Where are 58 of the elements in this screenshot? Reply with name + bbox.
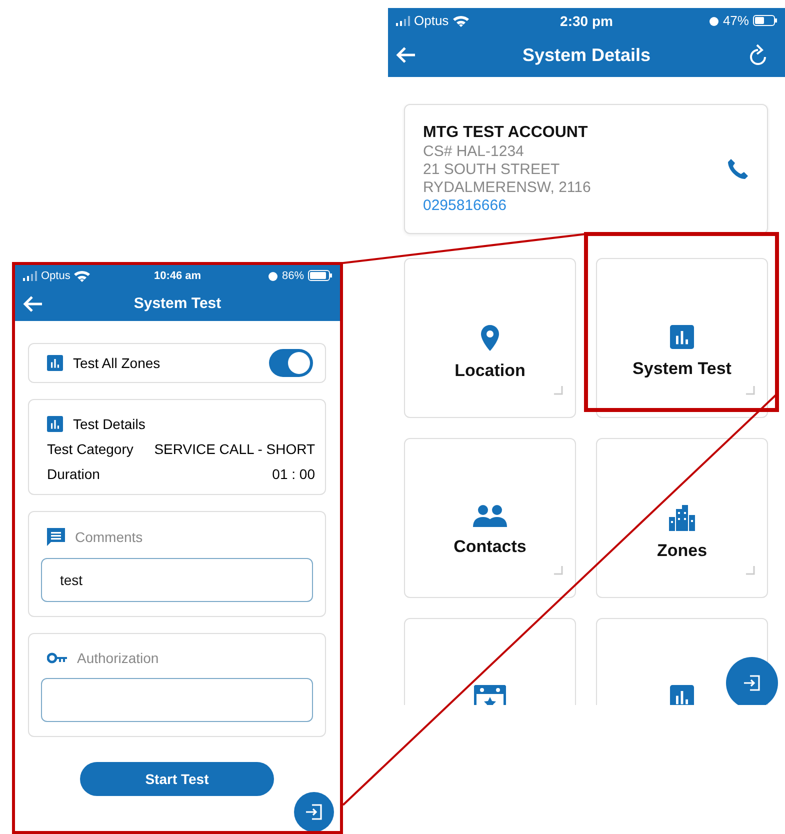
alarm-icon (708, 16, 719, 26)
bar-chart-icon (670, 325, 694, 349)
signal-icon (23, 270, 37, 280)
sign-in-icon (305, 803, 323, 821)
back-arrow-icon[interactable] (23, 294, 43, 312)
status-time: 10:46 am (154, 270, 202, 282)
account-name: MTG TEST ACCOUNT (423, 124, 589, 142)
comments-field[interactable]: test (41, 558, 313, 602)
battery-icon (752, 15, 777, 26)
refresh-icon[interactable] (749, 44, 767, 66)
screen-title: System Details (522, 44, 651, 66)
screen-title: System Test (134, 295, 222, 312)
bar-chart-icon (47, 416, 63, 432)
menu-tile[interactable]: Zones (596, 438, 768, 598)
sign-in-button[interactable] (294, 792, 334, 831)
back-arrow-icon[interactable] (396, 46, 416, 64)
address-line: 21 SOUTH STREET (423, 161, 561, 178)
field-label: Comments (75, 529, 143, 545)
comment-icon (47, 528, 65, 546)
detail-label: Duration (47, 466, 100, 482)
field-label: Authorization (77, 650, 159, 666)
corner-mark (746, 566, 755, 575)
key-icon (47, 652, 67, 664)
status-time: 2:30 pm (560, 12, 613, 28)
menu-tile[interactable]: Contacts (404, 438, 576, 598)
corner-mark (746, 386, 755, 395)
toggle-label: Test All Zones (73, 355, 160, 371)
detail-label: Test Category (47, 441, 134, 457)
carrier-name: Optus (41, 270, 70, 282)
card-title: Test Details (73, 416, 146, 432)
menu-tile[interactable]: System Test (596, 258, 768, 418)
corner-mark (554, 386, 563, 395)
phone-link[interactable]: 0295816666 (423, 197, 591, 214)
people-icon (473, 505, 507, 527)
alarm-icon (268, 270, 278, 280)
map-pin-icon (481, 325, 499, 351)
battery-percent: 47% (722, 13, 749, 28)
account-number: CS# HAL-1234 (423, 143, 525, 160)
sign-in-button[interactable] (726, 657, 778, 705)
carrier-name: Optus (414, 13, 449, 28)
menu-tile[interactable]: Location (404, 258, 576, 418)
battery-percent: 86% (282, 270, 304, 282)
bar-chart-icon (47, 355, 63, 371)
detail-value: SERVICE CALL - SHORT (154, 441, 315, 457)
building-icon (669, 505, 695, 531)
address-line: RYDALMERENSW, 2116 (423, 179, 591, 196)
toggle-switch[interactable] (269, 349, 313, 377)
detail-value: 01 : 00 (272, 466, 315, 482)
authorization-field[interactable] (41, 678, 313, 722)
corner-mark (554, 566, 563, 575)
sign-in-icon (743, 674, 761, 692)
signal-icon (396, 16, 410, 26)
phone-icon[interactable] (727, 158, 749, 180)
wifi-icon (74, 270, 90, 282)
battery-icon (308, 270, 332, 281)
start-test-button[interactable]: Start Test (80, 762, 274, 796)
wifi-icon (452, 14, 469, 26)
bar-chart-icon (670, 685, 694, 705)
